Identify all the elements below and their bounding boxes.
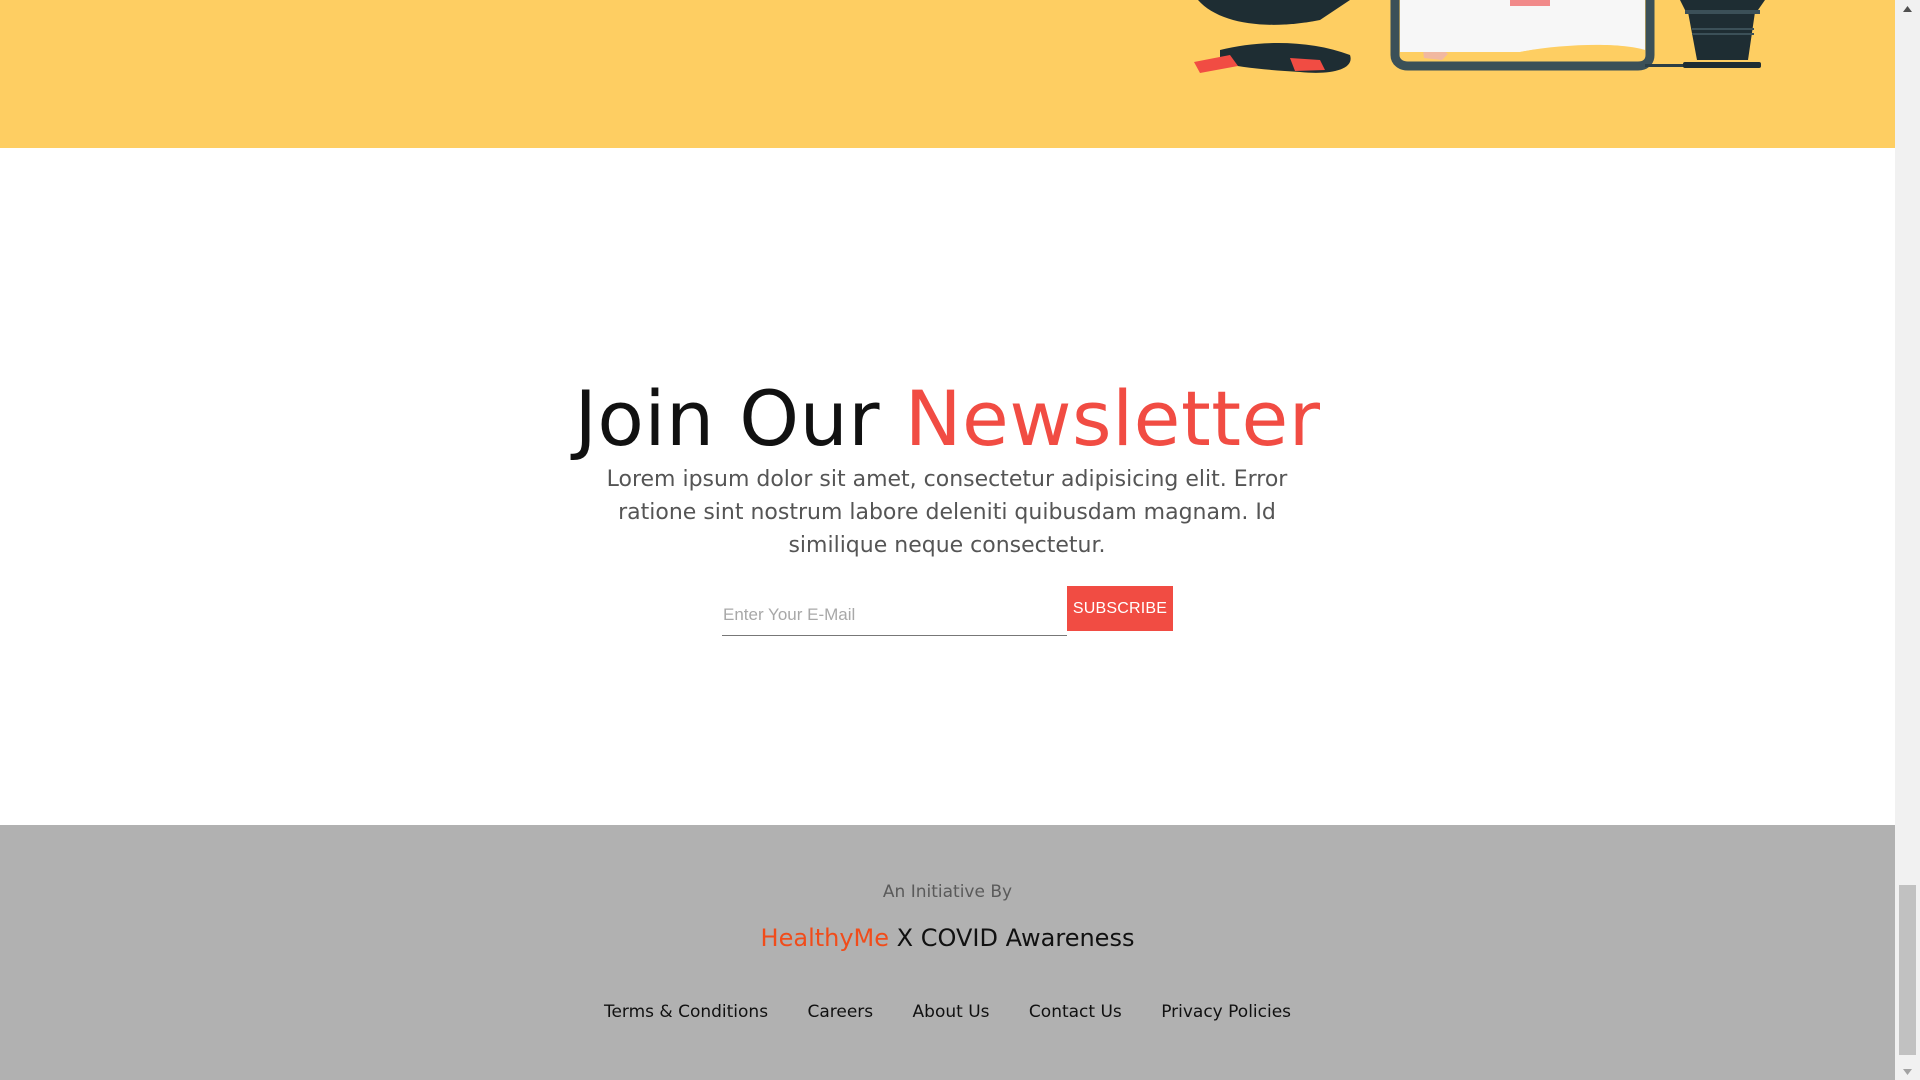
- newsletter-section: Join Our Newsletter Lorem ipsum dolor si…: [0, 148, 1895, 825]
- newsletter-title-accent: Newsletter: [904, 374, 1321, 464]
- footer: An Initiative By HealthyMe X COVID Aware…: [0, 825, 1895, 1080]
- page: Join Our Newsletter Lorem ipsum dolor si…: [0, 0, 1895, 1080]
- footer-link-contact[interactable]: Contact Us: [1029, 1002, 1122, 1022]
- person-laptop-plant-illustration: [1194, 0, 1765, 73]
- email-input[interactable]: [722, 586, 1067, 636]
- footer-nav: Terms & Conditions Careers About Us Cont…: [0, 1002, 1895, 1022]
- subscribe-button[interactable]: SUBSCRIBE: [1067, 586, 1173, 631]
- brand-accent: HealthyMe: [760, 924, 890, 952]
- newsletter-description: Lorem ipsum dolor sit amet, consectetur …: [606, 467, 1288, 558]
- initiative-label: An Initiative By: [882, 882, 1013, 902]
- footer-link-terms[interactable]: Terms & Conditions: [604, 1002, 768, 1022]
- brand-rest: X COVID Awareness: [896, 924, 1135, 952]
- scroll-up-arrow-icon[interactable]: [1895, 0, 1920, 17]
- hero-section: [0, 0, 1895, 148]
- footer-link-careers[interactable]: Careers: [807, 1002, 873, 1022]
- page-scrollbar[interactable]: [1895, 0, 1920, 1080]
- newsletter-title-main: Join Our: [574, 374, 881, 464]
- scrollbar-thumb[interactable]: [1899, 885, 1916, 1055]
- newsletter-form: SUBSCRIBE: [722, 586, 1174, 638]
- newsletter-title: Join Our Newsletter: [0, 381, 1895, 457]
- footer-link-privacy[interactable]: Privacy Policies: [1161, 1002, 1291, 1022]
- scroll-down-arrow-icon[interactable]: [1895, 1063, 1920, 1080]
- footer-link-about[interactable]: About Us: [913, 1002, 990, 1022]
- brand-title: HealthyMe X COVID Awareness: [0, 924, 1895, 952]
